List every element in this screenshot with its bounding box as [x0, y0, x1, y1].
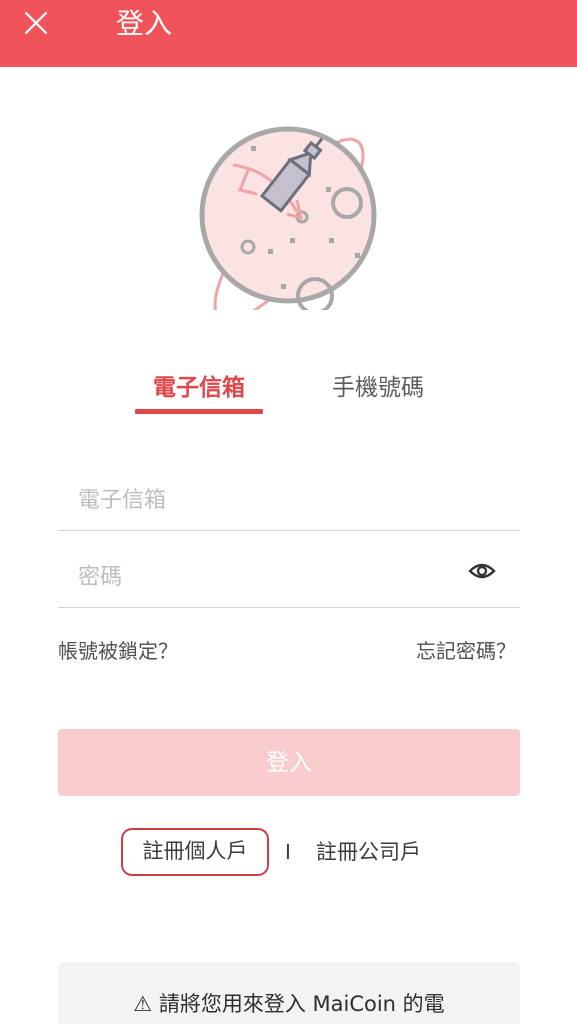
email-divider: [58, 530, 520, 531]
register-company-button[interactable]: 註冊公司戶: [316, 828, 421, 876]
top-bar: 登入: [0, 0, 577, 67]
page-title: 登入: [116, 7, 173, 40]
email-input[interactable]: [58, 480, 520, 520]
forgot-password-link[interactable]: 忘記密碼？: [416, 636, 516, 666]
close-icon[interactable]: [22, 9, 50, 37]
password-input[interactable]: [58, 557, 458, 597]
eye-icon[interactable]: [467, 558, 497, 584]
register-personal-button[interactable]: 註冊個人戶: [121, 828, 269, 876]
register-separator: I: [285, 840, 291, 864]
active-tab-indicator: [135, 409, 263, 414]
tab-phone[interactable]: 手機號碼: [312, 370, 444, 406]
notice-text: ⚠ 請將您用來登入 MaiCoin 的電: [133, 992, 445, 1016]
password-divider: [58, 607, 520, 608]
login-button[interactable]: 登入: [58, 729, 520, 796]
rocket-planet-illustration: [193, 120, 383, 323]
account-locked-link[interactable]: 帳號被鎖定？: [58, 636, 178, 666]
register-row: 註冊個人戶 I 註冊公司戶: [0, 828, 577, 878]
notice-box: ⚠ 請將您用來登入 MaiCoin 的電: [58, 962, 520, 1024]
tab-email[interactable]: 電子信箱: [135, 370, 263, 406]
